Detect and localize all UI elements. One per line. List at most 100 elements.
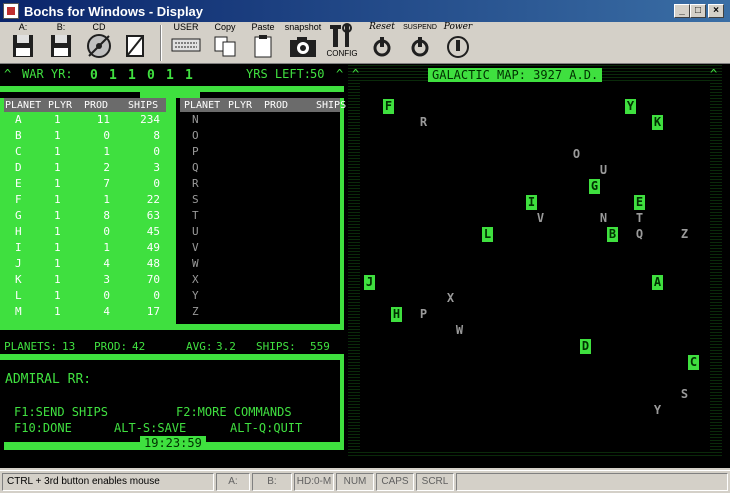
planet-marker-v[interactable]: V [535, 211, 546, 226]
title-bar[interactable]: Bochs for Windows - Display _ □ × [0, 0, 730, 22]
war-year-digits: 011011 [90, 68, 204, 83]
camera-icon [290, 37, 316, 57]
planet-marker-c[interactable]: C [688, 355, 699, 370]
reset-button[interactable]: Reset [364, 22, 400, 64]
planet-marker-o[interactable]: O [571, 147, 582, 162]
left-row-prod: 2 [103, 161, 110, 174]
left-row-prod: 1 [103, 241, 110, 254]
planet-marker-d[interactable]: D [580, 339, 591, 354]
war-year-digit: 1 [128, 68, 136, 83]
planet-marker-w[interactable]: W [454, 323, 465, 338]
left-row-planet: H [15, 225, 22, 238]
user-label: USER [173, 22, 199, 32]
left-row-prod: 0 [103, 289, 110, 302]
right-col-ships: SHIPS [316, 100, 347, 111]
alt-s-save[interactable]: ALT-S:SAVE [114, 422, 186, 434]
power-icon [447, 36, 469, 58]
right-row-planet: O [192, 129, 199, 142]
left-row-prod: 8 [103, 209, 110, 222]
planet-marker-b[interactable]: B [607, 227, 618, 242]
admiral-prompt: ADMIRAL RR: [5, 372, 92, 387]
left-border [0, 98, 4, 324]
left-row-prod: 3 [103, 273, 110, 286]
planet-marker-j[interactable]: J [364, 275, 375, 290]
paste-button[interactable]: Paste [246, 22, 280, 64]
close-button[interactable]: × [708, 4, 724, 18]
planet-marker-p[interactable]: P [418, 307, 429, 322]
floppy-a-label: A: [18, 22, 28, 32]
bochs-toolbar: A: B: CD USER Copy Paste snapshot CONFIG… [0, 22, 730, 64]
planet-marker-a[interactable]: A [652, 275, 663, 290]
planet-marker-k[interactable]: K [652, 115, 663, 130]
left-row-ships: 49 [146, 241, 160, 254]
galactic-map-title: GALACTIC MAP: 3927 A.D. [428, 68, 603, 82]
alt-q-quit[interactable]: ALT-Q:QUIT [230, 422, 302, 434]
window-title: Bochs for Windows - Display [24, 3, 204, 19]
left-row-plyr: 1 [54, 273, 61, 286]
right-col-plyr: PLYR [228, 100, 253, 111]
reset-icon [373, 37, 391, 57]
right-row-planet: U [192, 225, 199, 238]
right-row-planet: Y [192, 289, 199, 302]
planet-marker-i[interactable]: I [526, 195, 537, 210]
galactic-map[interactable] [360, 82, 710, 450]
f10-done[interactable]: F10:DONE [14, 422, 72, 434]
user-button[interactable]: USER [168, 22, 204, 64]
f1-send-ships[interactable]: F1:SEND SHIPS [14, 406, 108, 418]
floppy-extra-button[interactable] [118, 22, 152, 64]
cdrom-button[interactable]: CD [82, 22, 116, 64]
totals-top-rule [0, 324, 344, 330]
planet-marker-h[interactable]: H [391, 307, 402, 322]
planet-marker-y-neutral[interactable]: Y [652, 403, 663, 418]
left-planet-table: A 1 11 234 B 1 0 8 C 1 1 0 D 1 2 3 E 1 7 0 F 1 1 22 G 1 8 63 H 1 0 45 I 1… [4, 112, 166, 324]
snapshot-label: snapshot [284, 22, 322, 32]
planet-marker-f[interactable]: F [383, 99, 394, 114]
left-row-ships: 70 [146, 273, 160, 286]
floppy-b-button[interactable]: B: [44, 22, 78, 64]
planet-marker-z[interactable]: Z [679, 227, 690, 242]
status-hd: HD:0-M [294, 473, 334, 491]
planet-marker-u[interactable]: U [598, 163, 609, 178]
planet-marker-y[interactable]: Y [625, 99, 636, 114]
planet-marker-g[interactable]: G [589, 179, 600, 194]
right-row-planet: N [192, 113, 199, 126]
floppy-disk-icon [13, 35, 33, 57]
left-row-planet: B [15, 129, 22, 142]
floppy-a-button[interactable]: A: [6, 22, 40, 64]
status-caps: CAPS [376, 473, 414, 491]
planet-marker-t[interactable]: T [634, 211, 645, 226]
planet-marker-x[interactable]: X [445, 291, 456, 306]
config-button[interactable]: CONFIG [324, 22, 360, 64]
totals-avg-value: 3.2 [216, 340, 236, 353]
paste-label: Paste [251, 22, 275, 32]
left-row-plyr: 1 [54, 177, 61, 190]
left-row-planet: L [15, 289, 22, 302]
snapshot-button[interactable]: snapshot [284, 22, 322, 64]
paste-clipboard-icon [254, 35, 272, 58]
power-button[interactable]: Power [440, 22, 476, 64]
planet-marker-l[interactable]: L [482, 227, 493, 242]
war-year-digit: 1 [185, 68, 193, 83]
planet-marker-n[interactable]: N [598, 211, 609, 226]
planet-marker-r[interactable]: R [418, 115, 429, 130]
left-row-ships: 3 [153, 161, 160, 174]
left-row-planet: A [15, 113, 22, 126]
right-row-planet: S [192, 193, 199, 206]
totals-avg-label: AVG: [186, 340, 213, 353]
minimize-button[interactable]: _ [674, 4, 690, 18]
planet-marker-e[interactable]: E [634, 195, 645, 210]
game-clock: 19:23:59 [140, 436, 206, 450]
suspend-button[interactable]: SUSPEND [402, 22, 438, 64]
years-left-label: YRS LEFT: [246, 67, 312, 81]
totals-bottom-rule [0, 354, 344, 360]
planet-marker-s[interactable]: S [679, 387, 690, 402]
left-row-ships: 234 [140, 113, 160, 126]
left-row-ships: 17 [146, 305, 160, 318]
bochs-app-icon [3, 3, 19, 19]
left-row-plyr: 1 [54, 145, 61, 158]
f2-more-commands[interactable]: F2:MORE COMMANDS [176, 406, 292, 418]
copy-button[interactable]: Copy [208, 22, 242, 64]
maximize-button[interactable]: □ [690, 4, 706, 18]
planet-marker-q[interactable]: Q [634, 227, 645, 242]
emulator-screen[interactable]: ^ WAR YR: 011011 YRS LEFT: 50 ^ PLANET P… [0, 64, 730, 468]
